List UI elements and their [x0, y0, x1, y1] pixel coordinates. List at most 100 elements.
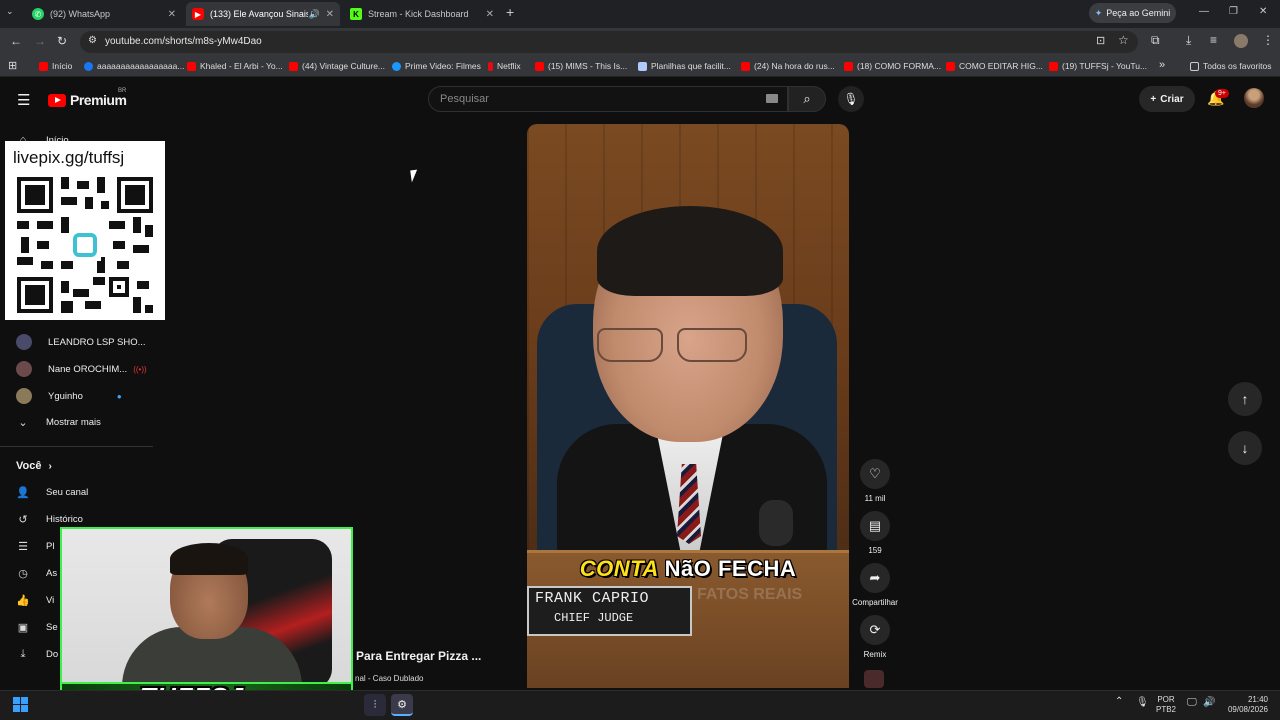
share-icon[interactable]: ➦	[860, 563, 890, 593]
volume-icon[interactable]: 🔊	[1203, 698, 1215, 708]
window-close-icon[interactable]: ✕	[1259, 6, 1267, 17]
remix-icon[interactable]: ⟳	[860, 615, 890, 645]
tab-whatsapp[interactable]: ✆ (92) WhatsApp ✕	[26, 2, 182, 26]
bookmark-label: Netflix	[497, 61, 521, 71]
bookmark-item[interactable]: (15) MIMS - This Is...	[535, 61, 627, 71]
close-icon[interactable]: ✕	[486, 9, 494, 20]
voice-search-button[interactable]: 🎙	[838, 86, 864, 112]
arrow-up-icon: ↑	[1241, 391, 1249, 407]
reload-icon[interactable]: ↻	[57, 34, 67, 48]
bookmark-label: (18) COMO FORMA...	[857, 61, 942, 71]
channel-avatar	[16, 361, 32, 377]
sound-thumbnail[interactable]	[864, 670, 884, 688]
create-button[interactable]: + Criar	[1139, 86, 1195, 112]
tab-kick[interactable]: K Stream - Kick Dashboard ✕	[344, 2, 500, 26]
youtube-logo[interactable]: Premium BR	[48, 88, 127, 108]
channel-name: Yguinho	[48, 390, 83, 402]
sidebar-you-heading[interactable]: Você ›	[16, 460, 52, 472]
apps-grid-icon[interactable]: ⊞	[8, 59, 17, 72]
youtube-icon	[741, 61, 750, 71]
live-indicator-icon: ((•))	[133, 364, 147, 374]
next-short-button[interactable]: ↓	[1228, 431, 1262, 465]
heart-icon[interactable]: ♡	[860, 459, 890, 489]
subscription-item[interactable]: Nane OROCHIM... ((•))	[16, 361, 147, 377]
windows-start-icon[interactable]	[13, 697, 28, 712]
tray-chevron-up-icon[interactable]: ⌃	[1115, 697, 1123, 707]
subscription-item[interactable]: LEANDRO LSP SHO...	[16, 334, 146, 350]
bookmark-item[interactable]: Planilhas que facilit...	[638, 61, 731, 71]
taskbar-clock[interactable]: 21:40 09/08/2026	[1224, 695, 1268, 715]
profile-avatar-icon[interactable]	[1234, 34, 1248, 48]
tab-youtube[interactable]: ▶ (133) Ele Avançou Sinais Ve 🔊 ✕	[186, 2, 340, 26]
sidebar-show-more[interactable]: ⌄ Mostrar mais	[16, 415, 101, 429]
like-action[interactable]: ♡ 11 mil	[852, 459, 898, 503]
folder-icon	[1190, 61, 1199, 71]
short-channel-line[interactable]: nal - Caso Dublado	[355, 674, 423, 683]
sidebar-item-history[interactable]: ↺ Histórico	[16, 512, 83, 526]
sidebar-item-playlists[interactable]: ☰ Pl	[16, 539, 54, 553]
back-arrow-icon[interactable]: ←	[10, 34, 22, 48]
search-button[interactable]: ⌕	[788, 86, 826, 112]
chevron-right-icon: ›	[48, 461, 52, 472]
new-tab-plus-icon[interactable]: +	[506, 4, 514, 20]
bookmark-label: Prime Video: Filmes	[405, 61, 481, 71]
bookmark-item[interactable]: (24) Na hora do rus...	[741, 61, 835, 71]
youtube-icon	[844, 61, 853, 71]
close-icon[interactable]: ✕	[326, 9, 334, 20]
bookmark-item[interactable]: Netflix	[488, 61, 521, 71]
sidebar-item-watch-later[interactable]: ◷ As	[16, 566, 57, 580]
facebook-icon	[84, 61, 93, 71]
restore-icon[interactable]: ❐	[1229, 6, 1238, 17]
forward-arrow-icon[interactable]: →	[34, 34, 46, 48]
sidebar-item-your-channel[interactable]: 👤 Seu canal	[16, 485, 88, 499]
bookmark-star-icon[interactable]: ☆	[1118, 33, 1129, 47]
steam-icon[interactable]: ⚙	[391, 694, 413, 716]
comment-icon[interactable]: ▤	[860, 511, 890, 541]
tab-search-dropdown-icon[interactable]: ⌄	[6, 6, 14, 17]
extensions-icon[interactable]: ⧉	[1151, 33, 1160, 48]
bookmark-item[interactable]: (18) COMO FORMA...	[844, 61, 941, 71]
audio-playing-icon[interactable]: 🔊	[309, 9, 320, 20]
share-action[interactable]: ➦ Compartilhar	[852, 563, 898, 607]
gemini-button[interactable]: ✦ Peça ao Gemini	[1089, 3, 1176, 23]
bookmark-item[interactable]: COMO EDITAR HIG...	[946, 61, 1043, 71]
taskbar-app-icon[interactable]: ⫶	[364, 694, 386, 716]
install-app-icon[interactable]: ⊡	[1096, 34, 1105, 47]
media-control-icon[interactable]: ≡	[1210, 33, 1217, 47]
keyboard-icon[interactable]	[766, 94, 778, 103]
remix-action[interactable]: ⟳ Remix	[852, 615, 898, 659]
short-title[interactable]: Para Entregar Pizza ...	[356, 649, 481, 663]
microphone-icon[interactable]: 🎙	[1136, 698, 1149, 708]
bookmark-item[interactable]: Khaled - El Arbi - Yo...	[187, 61, 283, 71]
youtube-icon	[289, 61, 298, 71]
bookmark-item[interactable]: Prime Video: Filmes	[392, 61, 481, 71]
account-avatar[interactable]	[1244, 88, 1264, 108]
comments-action[interactable]: ▤ 159	[852, 511, 898, 555]
bookmark-item[interactable]: (19) TUFFSj - YouTu...	[1049, 61, 1147, 71]
qr-code-icon	[17, 177, 153, 313]
more-bookmarks-chevron-icon[interactable]: »	[1159, 59, 1165, 71]
tab-title: (133) Ele Avançou Sinais Ve	[210, 9, 308, 19]
bookmark-item[interactable]: aaaaaaaaaaaaaaaaa...	[84, 61, 184, 71]
site-info-icon[interactable]: ⚙	[88, 35, 97, 46]
close-icon[interactable]: ✕	[168, 9, 176, 20]
bookmark-item[interactable]: Início	[39, 61, 72, 71]
sidebar-item-liked-videos[interactable]: 👍 Vi	[16, 593, 54, 607]
shorts-video-player[interactable]: FRANK CAPRIO CHIEF JUDGE FATOS REAIS CON…	[527, 124, 849, 688]
sidebar-item-your-videos[interactable]: ▣ Se	[16, 620, 58, 634]
webcam-overlay	[60, 527, 353, 690]
network-icon[interactable]: 🖵	[1187, 698, 1197, 708]
browser-menu-icon[interactable]: ⋮	[1262, 33, 1274, 47]
subscription-item[interactable]: Yguinho ●	[16, 388, 122, 404]
language-indicator[interactable]: POR PTB2	[1156, 695, 1176, 715]
previous-short-button[interactable]: ↑	[1228, 382, 1262, 416]
microphone-icon: 🎙	[843, 92, 859, 106]
bookmark-item[interactable]: (44) Vintage Culture...	[289, 61, 385, 71]
sidebar-item-downloads[interactable]: ⤓ Do	[16, 647, 59, 661]
download-icon[interactable]: ⤓	[1186, 33, 1191, 48]
hamburger-menu-icon[interactable]: ☰	[17, 91, 30, 109]
all-bookmarks[interactable]: Todos os favoritos	[1190, 61, 1272, 71]
comment-count: 159	[868, 546, 882, 555]
minimize-icon[interactable]: —	[1199, 6, 1209, 17]
url-text[interactable]: youtube.com/shorts/m8s-yMw4Dao	[105, 36, 262, 47]
